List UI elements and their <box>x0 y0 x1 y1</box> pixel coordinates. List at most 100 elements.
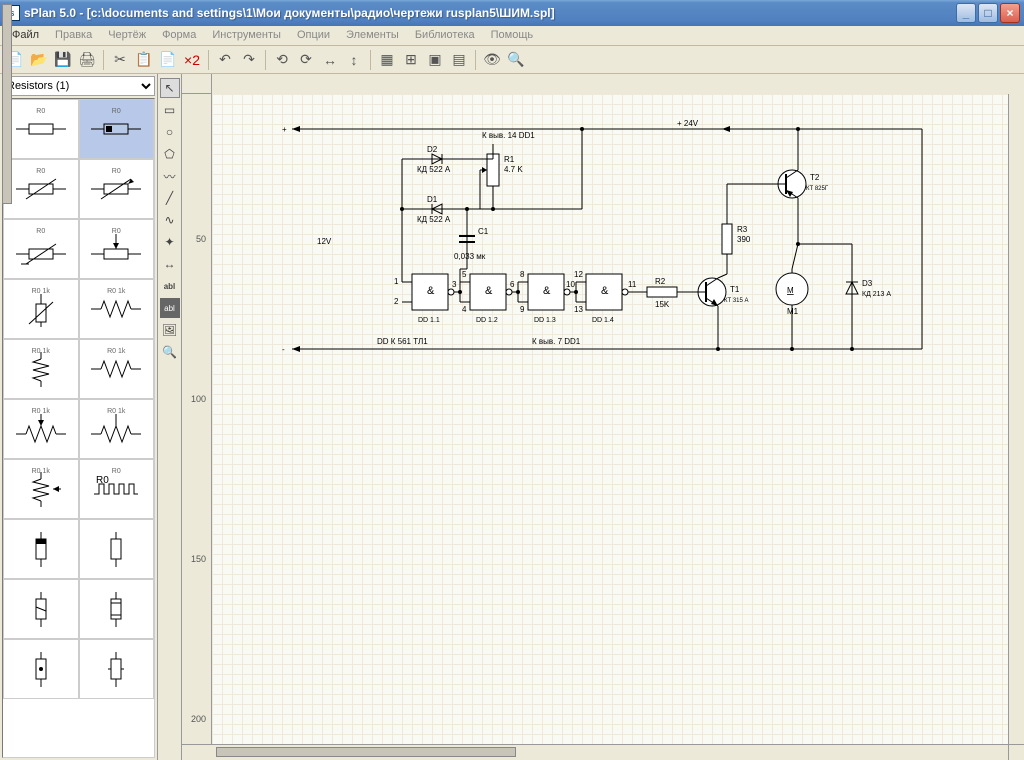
svg-text:11: 11 <box>628 280 637 289</box>
menu-edit[interactable]: Правка <box>47 26 100 45</box>
palette-resistor-eu[interactable]: R0 <box>3 99 79 159</box>
flip-h-button[interactable]: ↔ <box>319 49 341 71</box>
paste-button[interactable]: 📄 <box>157 49 179 71</box>
palette-resistor-us2[interactable]: R0 1k <box>79 339 155 399</box>
palette-comp1[interactable] <box>3 579 79 639</box>
palette-potentiometer[interactable]: R0 <box>79 219 155 279</box>
close-button[interactable]: × <box>1000 3 1020 23</box>
svg-text:D2: D2 <box>427 145 438 154</box>
palette-comp4[interactable] <box>79 639 155 699</box>
svg-text:M: M <box>787 286 794 295</box>
svg-text:КД 522 А: КД 522 А <box>417 215 451 224</box>
schematic-drawing: + + 24V К выв. 14 DD1 - DD К 561 ТЛ1 К в… <box>262 114 942 384</box>
svg-text:+: + <box>282 125 287 134</box>
circle-tool[interactable]: ○ <box>160 122 180 142</box>
svg-text:1: 1 <box>394 277 399 286</box>
find-button[interactable]: 👁 <box>481 49 503 71</box>
svg-text:390: 390 <box>737 235 751 244</box>
palette-resistor-us-pot[interactable]: R0 1k <box>3 399 79 459</box>
bringfront-button[interactable]: ▤ <box>448 49 470 71</box>
svg-text:D3: D3 <box>862 279 873 288</box>
svg-text:M1: M1 <box>787 307 799 316</box>
component-palette: R0 R0 R0 R0 R0 R0 R0 1k R0 1k R0 1k R0 1… <box>2 98 155 758</box>
maximize-button[interactable]: □ <box>978 3 998 23</box>
dimension-tool[interactable]: ↔ <box>160 254 180 274</box>
svg-text:&: & <box>543 285 551 297</box>
drawing-canvas[interactable]: + + 24V К выв. 14 DD1 - DD К 561 ТЛ1 К в… <box>212 94 1008 744</box>
svg-text:5: 5 <box>462 270 467 279</box>
palette-resistor-us[interactable]: R0 1k <box>79 279 155 339</box>
svg-text:4: 4 <box>462 305 467 314</box>
text-tool[interactable]: abl <box>160 276 180 296</box>
svg-text:D1: D1 <box>427 195 438 204</box>
palette-resistor-eu2[interactable]: R0 <box>79 99 155 159</box>
svg-text:0,033 мк: 0,033 мк <box>454 252 486 261</box>
zoom-tool[interactable]: 🔍 <box>160 342 180 362</box>
menu-form[interactable]: Форма <box>154 26 204 45</box>
rotate-left-button[interactable]: ⟲ <box>271 49 293 71</box>
image-tool[interactable]: 🖼 <box>160 320 180 340</box>
minimize-button[interactable]: _ <box>956 3 976 23</box>
svg-text:C1: C1 <box>478 227 489 236</box>
svg-text:+ 24V: + 24V <box>677 119 699 128</box>
node-tool[interactable]: ✦ <box>160 232 180 252</box>
palette-resistor-trim[interactable]: R0 1k <box>3 459 79 519</box>
label-tool[interactable]: abl <box>160 298 180 318</box>
ruler-vertical: 50 100 150 200 <box>182 94 212 744</box>
zoom-button[interactable]: 🔍 <box>505 49 527 71</box>
line-tool[interactable]: ╱ <box>160 188 180 208</box>
svg-text:8: 8 <box>520 270 525 279</box>
palette-thermistor[interactable]: R0 1k <box>3 279 79 339</box>
select-tool[interactable]: ↖ <box>160 78 180 98</box>
bezier-tool[interactable]: ∿ <box>160 210 180 230</box>
scrollbar-horizontal[interactable] <box>212 744 1008 760</box>
palette-resistor-var3[interactable]: R0 <box>3 219 79 279</box>
copy-button[interactable]: 📋 <box>133 49 155 71</box>
polygon-tool[interactable]: ⬠ <box>160 144 180 164</box>
palette-fuse1[interactable] <box>3 519 79 579</box>
svg-text:13: 13 <box>574 305 583 314</box>
component-sidebar: Resistors (1) R0 R0 R0 R0 R0 R0 R0 1k R0… <box>0 74 158 760</box>
palette-resistor-var1[interactable]: R0 <box>3 159 79 219</box>
palette-fuse2[interactable] <box>79 519 155 579</box>
svg-text:DD 1.2: DD 1.2 <box>476 317 498 324</box>
menu-library[interactable]: Библиотека <box>407 26 483 45</box>
open-button[interactable]: 📂 <box>28 49 50 71</box>
save-button[interactable]: 💾 <box>52 49 74 71</box>
scrollbar-vertical[interactable] <box>1008 94 1024 744</box>
palette-comp2[interactable] <box>79 579 155 639</box>
svg-text:DD 1.4: DD 1.4 <box>592 317 614 324</box>
tool-column: ↖ ▭ ○ ⬠ 〰 ╱ ∿ ✦ ↔ abl abl 🖼 🔍 <box>158 74 182 760</box>
svg-text:12: 12 <box>574 270 583 279</box>
rotate-right-button[interactable]: ⟳ <box>295 49 317 71</box>
svg-text:&: & <box>427 285 435 297</box>
svg-text:КД 522 А: КД 522 А <box>417 165 451 174</box>
palette-comp3[interactable] <box>3 639 79 699</box>
palette-resistor-us-pot2[interactable]: R0 1k <box>79 399 155 459</box>
sendback-button[interactable]: ▣ <box>424 49 446 71</box>
palette-resistor-var2[interactable]: R0 <box>79 159 155 219</box>
freeform-tool[interactable]: 〰 <box>160 166 180 186</box>
menu-drawing[interactable]: Чертёж <box>100 26 154 45</box>
flip-v-button[interactable]: ↕ <box>343 49 365 71</box>
window-title: sPlan 5.0 - [c:\documents and settings\1… <box>24 6 954 20</box>
redo-button[interactable]: ↷ <box>238 49 260 71</box>
svg-text:-: - <box>282 345 285 354</box>
svg-text:T2: T2 <box>810 173 820 182</box>
undo-button[interactable]: ↶ <box>214 49 236 71</box>
align-button[interactable]: ▦ <box>376 49 398 71</box>
svg-text:КТ 315 А: КТ 315 А <box>724 298 749 304</box>
svg-text:DD 1.1: DD 1.1 <box>418 317 440 324</box>
menu-elements[interactable]: Элементы <box>338 26 407 45</box>
delete-button[interactable]: ×2 <box>181 49 203 71</box>
rect-tool[interactable]: ▭ <box>160 100 180 120</box>
menu-tools[interactable]: Инструменты <box>204 26 289 45</box>
cut-button[interactable]: ✂ <box>109 49 131 71</box>
grid-button[interactable]: ⊞ <box>400 49 422 71</box>
print-button[interactable]: 🖨 <box>76 49 98 71</box>
menu-options[interactable]: Опции <box>289 26 338 45</box>
library-select[interactable]: Resistors (1) <box>2 76 155 96</box>
palette-crystal[interactable]: R0R0 <box>79 459 155 519</box>
palette-resistor-us-v[interactable]: R0 1k <box>3 339 79 399</box>
menu-help[interactable]: Помощь <box>483 26 542 45</box>
